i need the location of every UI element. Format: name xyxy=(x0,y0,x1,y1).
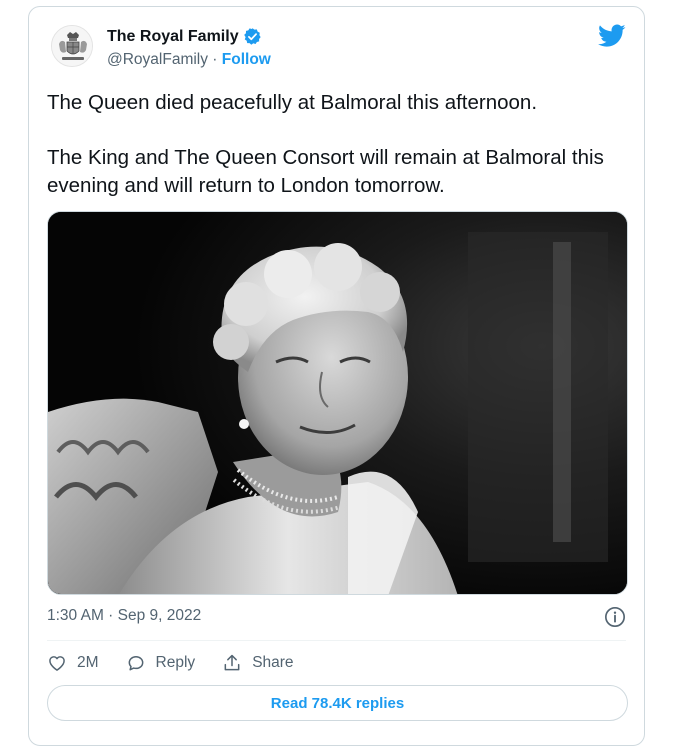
tweet-timestamp[interactable]: 1:30 AM · Sep 9, 2022 xyxy=(47,607,201,625)
like-button[interactable]: 2M xyxy=(47,653,99,673)
share-upload-icon xyxy=(224,654,240,671)
avatar[interactable] xyxy=(51,25,93,67)
share-label: Share xyxy=(252,654,294,671)
read-replies-button[interactable]: Read 78.4K replies xyxy=(47,685,628,721)
tweet-paragraph-2: The King and The Queen Consort will rema… xyxy=(47,146,604,197)
royal-coat-of-arms-icon xyxy=(52,26,92,66)
follow-button[interactable]: Follow xyxy=(222,51,271,68)
verified-badge-icon xyxy=(243,28,261,45)
queen-portrait-photo xyxy=(48,212,627,594)
tweet-photo[interactable] xyxy=(47,211,628,595)
tweet-actions: 2M Reply Share xyxy=(47,651,321,675)
tweet-text: The Queen died peacefully at Balmoral th… xyxy=(47,89,627,200)
like-count: 2M xyxy=(77,654,99,671)
author-handle[interactable]: @RoyalFamily xyxy=(107,51,208,68)
author-name[interactable]: The Royal Family xyxy=(107,28,239,46)
handle-row: @RoyalFamily · Follow xyxy=(107,51,271,69)
heart-icon xyxy=(49,656,65,671)
author-name-row[interactable]: The Royal Family xyxy=(107,27,262,46)
twitter-bird-icon[interactable] xyxy=(598,24,626,48)
divider xyxy=(47,640,626,641)
tweet-card: The Royal Family @RoyalFamily · Follow T… xyxy=(28,6,645,746)
reply-label: Reply xyxy=(155,654,196,671)
speech-bubble-icon xyxy=(128,656,143,671)
share-button[interactable]: Share xyxy=(222,653,294,673)
tweet-paragraph-1: The Queen died peacefully at Balmoral th… xyxy=(47,91,538,114)
info-icon[interactable] xyxy=(604,606,626,628)
reply-button[interactable]: Reply xyxy=(126,653,196,673)
separator: · xyxy=(208,51,222,68)
